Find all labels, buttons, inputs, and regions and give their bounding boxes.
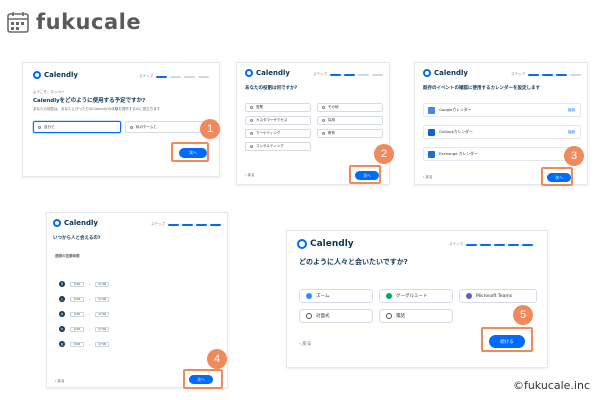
day-row[interactable]: 木 9:00-17:00 — [59, 326, 110, 332]
step-badge-4: 4 — [207, 349, 227, 369]
location-pin-icon — [306, 313, 312, 319]
step-badge-1: 1 — [200, 119, 220, 139]
calendly-logo-icon — [245, 69, 253, 77]
brand-name: fukucale — [36, 10, 142, 34]
step-progress: ステップ — [511, 72, 581, 77]
copyright: ©fukucale.inc — [512, 379, 590, 392]
step-progress: ステップ — [313, 72, 383, 77]
step-badge-5: 5 — [513, 305, 533, 325]
step-question: いつから人と会えるの? — [53, 236, 101, 241]
calendly-logo-icon — [53, 219, 61, 227]
step-progress: ステップ — [139, 74, 209, 79]
hours-section-title: 週間の営業時間 — [55, 254, 80, 258]
calendar-option-outlook[interactable]: Outlookカレンダー 接続 — [423, 125, 581, 139]
google-meet-icon — [386, 293, 392, 299]
meeting-option-in-person[interactable]: 対面式 — [299, 309, 373, 323]
step-question: どのように人々と会いたいですか? — [299, 258, 408, 266]
role-option[interactable]: 営業 — [245, 103, 311, 112]
app-logo: Calendly — [423, 69, 468, 77]
highlight-box-5 — [481, 327, 533, 352]
calendly-logo-icon — [297, 239, 307, 249]
step-progress: ステップ — [151, 222, 221, 227]
step-subtitle: あなたの回答は、あなたにぴったりのCalendlyの体験を提供するのに役立ちます — [33, 107, 161, 111]
exchange-calendar-icon — [428, 150, 435, 158]
meeting-option-zoom[interactable]: ズーム — [299, 289, 373, 303]
role-option[interactable]: コンサルティング — [245, 142, 311, 151]
step-question: あなたの役割は何ですか? — [245, 86, 298, 91]
meeting-option-phone[interactable]: 電話 — [379, 309, 453, 323]
highlight-box-3 — [541, 167, 573, 186]
step-question: Calendlyをどのように使用する予定ですか? — [33, 98, 146, 104]
step-progress: ステップ — [449, 242, 533, 247]
highlight-box-2 — [349, 165, 381, 184]
app-logo: Calendly — [245, 69, 290, 77]
meeting-option-meet[interactable]: グーグルミート — [379, 289, 453, 303]
brand-logo: fukucale — [6, 7, 141, 37]
google-calendar-icon — [428, 106, 435, 114]
phone-icon — [386, 313, 392, 319]
back-link[interactable]: ‹ 戻る — [299, 341, 311, 347]
step-question: 既存のイベントの確認に使用するカレンダーを設定します — [423, 86, 540, 91]
app-logo: Calendly — [297, 239, 354, 249]
greeting: ようこそ、スッペー — [33, 90, 65, 94]
back-link[interactable]: ‹ 戻る — [55, 379, 65, 384]
role-option[interactable]: 採用 — [317, 116, 383, 125]
back-link[interactable]: ‹ 戻る — [245, 173, 255, 178]
day-row[interactable]: 月 9:00-17:00 — [59, 281, 110, 287]
step-panel-4: Calendly ステップ いつから人と会えるの? 週間の営業時間 月 9:00-… — [46, 212, 228, 388]
calendar-option-exchange[interactable]: Exchange カレンダー接続 — [423, 147, 581, 161]
zoom-icon — [306, 293, 312, 299]
highlight-box-4 — [183, 369, 223, 389]
role-option[interactable]: その他 — [317, 103, 383, 112]
role-option[interactable]: カスタマーサクセス — [245, 116, 311, 125]
highlight-box-1 — [171, 142, 209, 162]
day-row[interactable]: 火 9:00-17:00 — [59, 296, 110, 302]
calendar-logo-icon — [7, 12, 29, 33]
app-logo: Calendly — [53, 219, 98, 227]
step-badge-2: 2 — [374, 144, 394, 164]
option-self[interactable]: 自分で — [33, 121, 121, 133]
role-option[interactable]: マーケティング — [245, 129, 311, 138]
calendly-logo-icon — [423, 69, 431, 77]
meeting-option-teams[interactable]: Microsoft Teams — [459, 289, 537, 303]
teams-icon — [466, 293, 472, 299]
day-row[interactable]: 金 9:00-17:00 — [59, 341, 110, 347]
calendly-logo-icon — [33, 71, 41, 79]
calendar-option-google[interactable]: Googleカレンダー 接続 — [423, 103, 581, 117]
role-option[interactable]: 教育 — [317, 129, 383, 138]
outlook-calendar-icon — [428, 128, 435, 136]
step-badge-3: 3 — [564, 146, 584, 166]
back-link[interactable]: ‹ 戻る — [423, 175, 433, 180]
day-row[interactable]: 水 9:00-17:00 — [59, 311, 110, 317]
app-logo: Calendly — [33, 71, 78, 79]
